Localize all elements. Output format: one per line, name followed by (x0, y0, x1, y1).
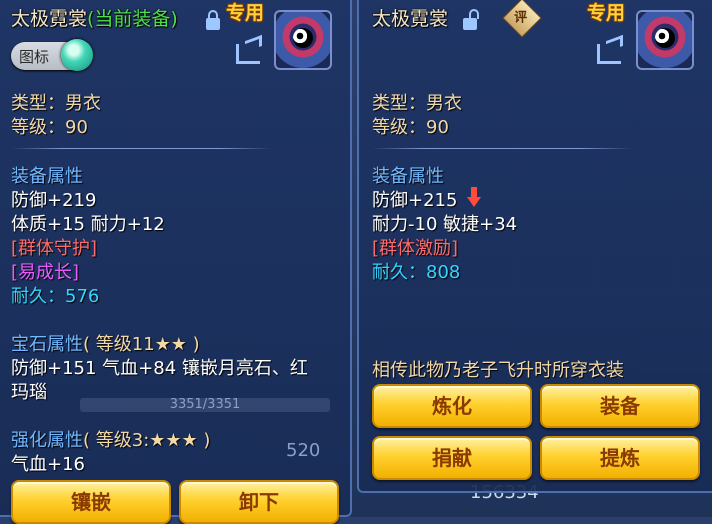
durability: 耐久：808 (372, 258, 460, 284)
icon-toggle[interactable]: 图标 (11, 39, 93, 71)
toggle-knob (61, 39, 93, 71)
lock-icon[interactable] (206, 10, 220, 30)
effect-line: [易成长] (11, 262, 80, 283)
item-title: 太极霓裳 (372, 8, 449, 30)
icon-toggle-label: 图标 (19, 48, 50, 66)
decrease-arrow-icon (467, 187, 481, 207)
durability-value: 808 (426, 262, 461, 283)
share-icon[interactable] (597, 44, 621, 64)
attr-line: 耐力-10 敏捷+34 (372, 214, 518, 235)
attr-header: 装备属性 (11, 166, 83, 187)
taiji-face-icon (655, 28, 675, 48)
item-icon (636, 10, 694, 70)
item-title: 太极霓裳(当前装备) (11, 8, 178, 30)
durability-label: 耐久： (372, 262, 426, 283)
gem-level: ( 等级11★★ ) (83, 334, 200, 355)
rate-label: 评 (514, 10, 528, 26)
share-icon[interactable] (236, 44, 260, 64)
donate-button[interactable]: 捐献 (372, 436, 532, 480)
effect-line: [群体激励] (372, 238, 459, 259)
item-type: 类型：男衣 (372, 93, 462, 114)
attr-header: 装备属性 (372, 166, 444, 187)
enhance-line: 气血+16 (11, 454, 85, 475)
rate-icon[interactable]: 评 (502, 0, 542, 38)
enhance-header: 强化属性 (11, 430, 83, 451)
unlock-icon[interactable] (463, 9, 479, 30)
gem-line: 防御+151 气血+84 镶嵌月亮石、红 (11, 358, 308, 379)
durability-value: 576 (65, 286, 100, 307)
enhance-attr-header: 强化属性( 等级3:★★★ ) (11, 426, 210, 452)
item-level: 等级：90 (11, 117, 88, 138)
item-type: 类型：男衣 (11, 93, 101, 114)
current-equipment-panel: 太极霓裳(当前装备) 专用 图标 类型：男衣 等级：90 装备属性 防御+219… (0, 0, 352, 524)
durability-label: 耐久： (11, 286, 65, 307)
durability: 耐久：576 (11, 282, 99, 308)
item-level: 等级：90 (372, 117, 449, 138)
refine-button[interactable]: 炼化 (372, 384, 532, 428)
unequip-button[interactable]: 卸下 (179, 480, 339, 524)
item-icon (274, 10, 332, 70)
attr-line: 防御+215 (372, 190, 458, 211)
special-tag: 专用 (226, 2, 265, 24)
taiji-face-icon (293, 28, 313, 48)
item-description: 相传此物乃老子飞升时所穿衣装 (372, 360, 624, 381)
equip-button[interactable]: 装备 (540, 384, 700, 428)
gem-attr-header: 宝石属性( 等级11★★ ) (11, 330, 200, 356)
extract-button[interactable]: 提炼 (540, 436, 700, 480)
attr-line: 防御+219 (11, 190, 97, 211)
special-tag: 专用 (587, 2, 626, 24)
gem-header: 宝石属性 (11, 334, 83, 355)
divider (11, 148, 271, 149)
enhance-level: ( 等级3:★★★ ) (83, 430, 211, 451)
background-stat: 520 (286, 440, 321, 461)
background-hp-bar: 3351/3351 (80, 398, 330, 412)
inlay-button[interactable]: 镶嵌 (11, 480, 171, 524)
compare-equipment-panel: 太极霓裳 评 专用 类型：男衣 等级：90 装备属性 防御+215 耐力-10 … (357, 0, 712, 493)
effect-line: [群体守护] (11, 238, 98, 259)
attr-line: 体质+15 耐力+12 (11, 214, 165, 235)
divider (372, 148, 632, 149)
gem-line: 玛瑙 (11, 382, 47, 403)
equipped-status: (当前装备) (87, 8, 178, 30)
